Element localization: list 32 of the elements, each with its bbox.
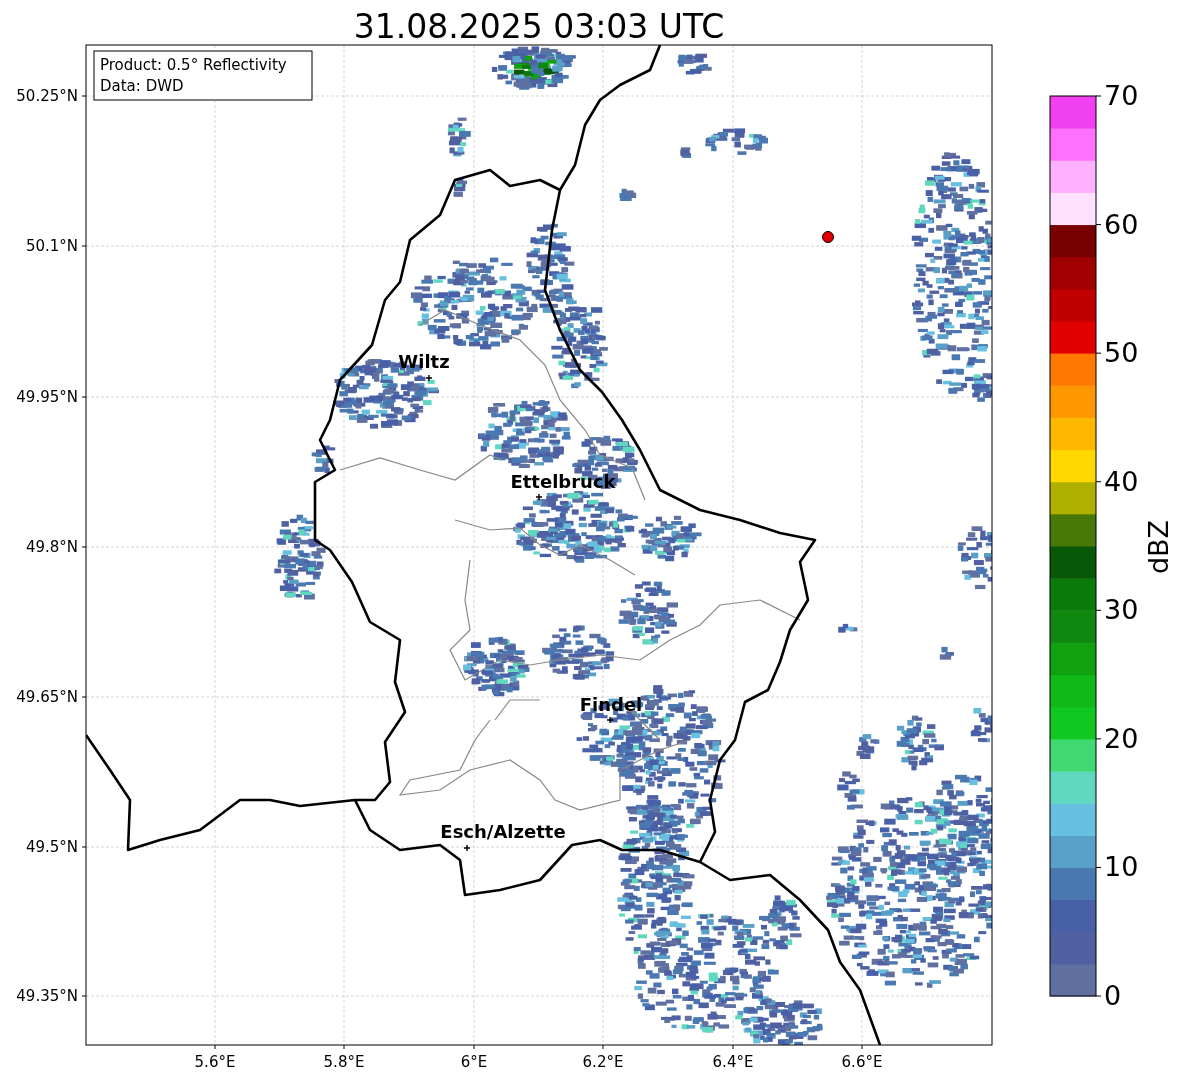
colorbar-label: dBZ — [1143, 519, 1174, 575]
city-marker — [463, 844, 471, 852]
axis-tick-label: 49.65°N — [16, 688, 78, 706]
axis-tick-label: 6.2°E — [582, 1053, 624, 1071]
city-marker — [606, 716, 614, 724]
axis-tick-label: 6.6°E — [841, 1053, 883, 1071]
colorbar-tick-label: 30 — [1104, 594, 1139, 626]
axis-tick-label: 49.5°N — [25, 838, 78, 856]
city-label: Esch/Alzette — [440, 821, 566, 842]
axis-tick-label: 5.6°E — [194, 1053, 236, 1071]
info-text: Product: 0.5° Reflectivity — [100, 56, 287, 74]
axis-tick-label: 49.35°N — [16, 987, 78, 1005]
colorbar-tick-label: 50 — [1104, 337, 1139, 369]
axis-tick-label: 6°E — [460, 1053, 488, 1071]
colorbar-tick-label: 10 — [1104, 851, 1139, 883]
chart-title: 31.08.2025 03:03 UTC — [353, 7, 725, 46]
colorbar-tick-label: 20 — [1104, 722, 1139, 754]
colorbar-tick-label: 40 — [1104, 465, 1139, 497]
axis-tick-label: 50.1°N — [25, 237, 78, 255]
axis-tick-label: 49.8°N — [25, 538, 78, 556]
axis-tick-label: 49.95°N — [16, 388, 78, 406]
info-text: Data: DWD — [100, 77, 184, 95]
colorbar-tick-label: 60 — [1104, 208, 1139, 240]
city-label: Findel — [579, 694, 643, 715]
axis-tick-label: 5.8°E — [323, 1053, 365, 1071]
colorbar-tick-label: 70 — [1104, 80, 1139, 111]
axis-tick-label: 6.4°E — [712, 1053, 754, 1071]
city-marker — [535, 493, 543, 501]
colorbar-tick-label: 0 — [1104, 980, 1122, 1011]
city-marker — [425, 374, 433, 382]
axis-tick-label: 50.25°N — [16, 87, 78, 105]
city-label: Wiltz — [398, 351, 450, 372]
